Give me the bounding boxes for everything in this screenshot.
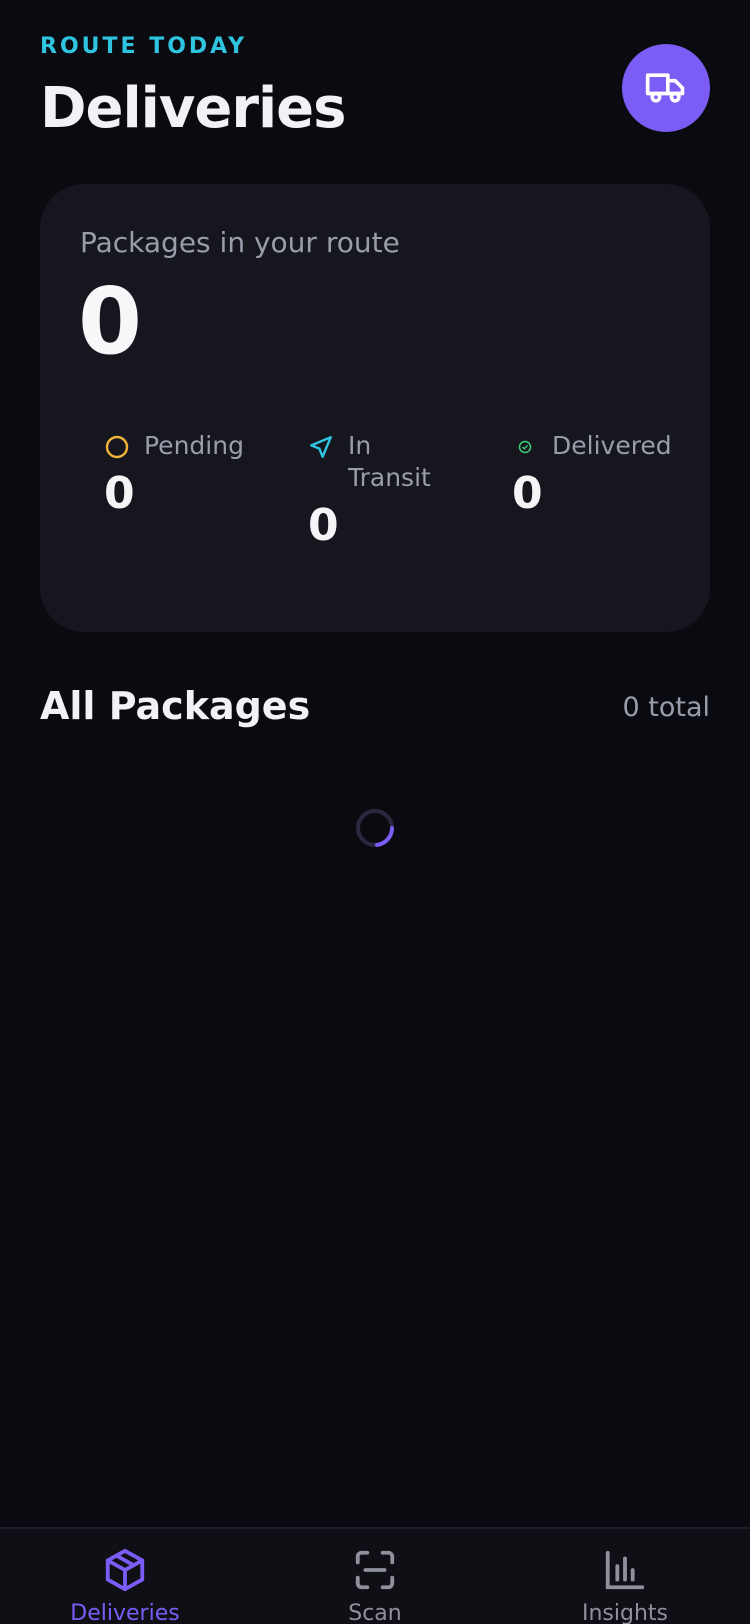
deliveries-screen: ROUTE TODAY Deliveries Packages in your … bbox=[0, 0, 750, 1624]
header: ROUTE TODAY Deliveries bbox=[40, 30, 710, 150]
navigation-arrow-icon bbox=[308, 434, 334, 460]
stat-label: In Transit bbox=[348, 431, 431, 492]
section-title: All Packages bbox=[40, 684, 311, 728]
truck-icon bbox=[645, 73, 685, 103]
stat-value: 0 bbox=[512, 468, 543, 519]
stat-value: 0 bbox=[308, 500, 339, 551]
nav-label: Scan bbox=[348, 1601, 402, 1624]
nav-label: Insights bbox=[581, 1601, 668, 1624]
stat-pending: Pending 0 bbox=[104, 430, 284, 516]
bar-chart-icon bbox=[605, 1550, 645, 1590]
package-icon bbox=[105, 1548, 145, 1592]
nav-item-scan[interactable]: Scan bbox=[300, 1547, 450, 1624]
nav-label: Deliveries bbox=[70, 1601, 180, 1624]
stat-delivered: Delivered 0 bbox=[512, 430, 692, 516]
circle-icon bbox=[104, 434, 130, 460]
stat-label: Pending bbox=[144, 431, 244, 460]
check-circle-icon bbox=[512, 434, 538, 460]
truck-button[interactable] bbox=[622, 44, 710, 132]
route-eyebrow: ROUTE TODAY bbox=[40, 34, 248, 59]
route-summary-card: Packages in your route 0 Pending 0 In Tr… bbox=[40, 184, 710, 632]
page-title: Deliveries bbox=[40, 76, 346, 141]
summary-label: Packages in your route bbox=[80, 226, 400, 259]
stat-value: 0 bbox=[104, 468, 135, 519]
packages-count: 0 total bbox=[622, 692, 711, 723]
nav-item-deliveries[interactable]: Deliveries bbox=[50, 1547, 200, 1624]
bottom-nav: Deliveries Scan Insights bbox=[0, 1527, 750, 1624]
packages-section-header: All Packages 0 total bbox=[40, 680, 710, 734]
summary-count: 0 bbox=[78, 268, 143, 375]
loading-spinner-icon bbox=[356, 809, 395, 847]
stat-label: Delivered bbox=[552, 431, 672, 460]
nav-item-insights[interactable]: Insights bbox=[550, 1547, 700, 1624]
stat-in-transit: In Transit 0 bbox=[308, 430, 488, 548]
scan-icon bbox=[355, 1550, 395, 1590]
